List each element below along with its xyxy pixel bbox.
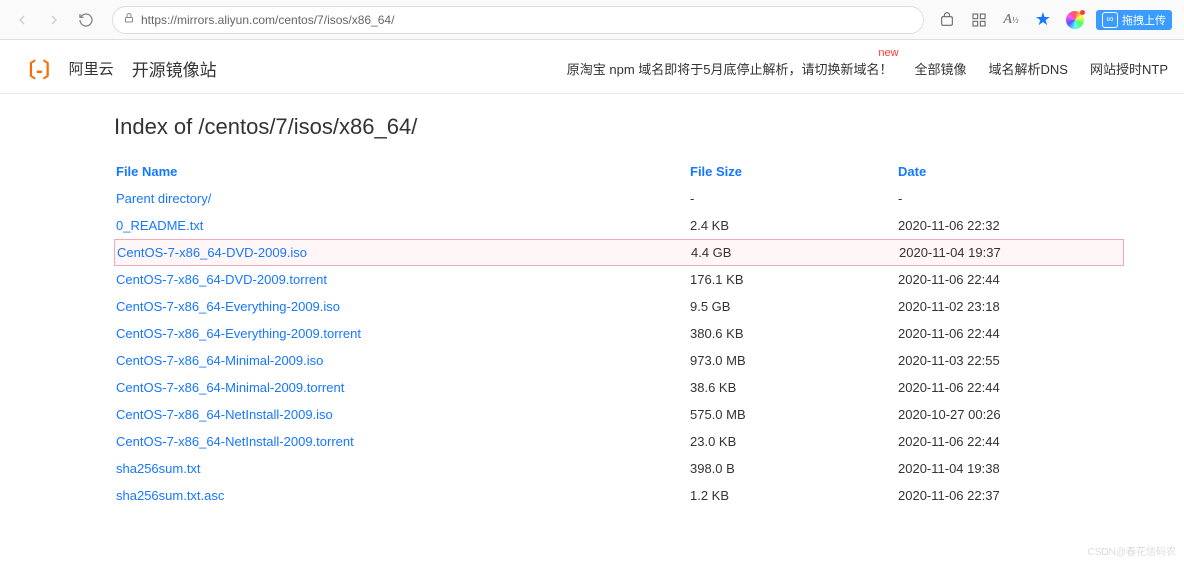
forward-button[interactable] bbox=[40, 6, 68, 34]
file-size: 38.6 KB bbox=[690, 380, 898, 395]
browser-toolbar: https://mirrors.aliyun.com/centos/7/isos… bbox=[0, 0, 1184, 40]
file-size: 973.0 MB bbox=[690, 353, 898, 368]
logo-text: 阿里云 bbox=[69, 58, 114, 79]
col-header-name[interactable]: File Name bbox=[114, 164, 690, 179]
shopping-icon[interactable] bbox=[936, 9, 958, 31]
file-size: 4.4 GB bbox=[691, 245, 899, 260]
lock-icon bbox=[123, 12, 135, 27]
ext-label: 拖拽上传 bbox=[1122, 12, 1166, 28]
file-link[interactable]: CentOS-7-x86_64-Minimal-2009.iso bbox=[116, 353, 323, 368]
palette-icon[interactable] bbox=[1064, 9, 1086, 31]
file-date: 2020-10-27 00:26 bbox=[898, 407, 1124, 422]
file-link[interactable]: CentOS-7-x86_64-NetInstall-2009.torrent bbox=[116, 434, 354, 449]
page-title: Index of /centos/7/isos/x86_64/ bbox=[114, 114, 1124, 140]
file-date: - bbox=[898, 191, 1124, 206]
file-date: 2020-11-06 22:37 bbox=[898, 488, 1124, 503]
table-row: CentOS-7-x86_64-DVD-2009.iso 4.4 GB2020-1… bbox=[114, 239, 1124, 266]
content-area: Index of /centos/7/isos/x86_64/ File Nam… bbox=[0, 94, 1184, 529]
file-date: 2020-11-06 22:44 bbox=[898, 380, 1124, 395]
file-size: 398.0 B bbox=[690, 461, 898, 476]
new-badge: new bbox=[878, 47, 898, 59]
table-row: CentOS-7-x86_64-NetInstall-2009.iso 575.0… bbox=[114, 401, 1124, 428]
file-date: 2020-11-06 22:32 bbox=[898, 218, 1124, 233]
table-row: Parent directory/ -- bbox=[114, 185, 1124, 212]
refresh-button[interactable] bbox=[72, 6, 100, 34]
file-link[interactable]: Parent directory/ bbox=[116, 191, 211, 206]
file-link[interactable]: CentOS-7-x86_64-Everything-2009.iso bbox=[116, 299, 340, 314]
table-row: CentOS-7-x86_64-Minimal-2009.torrent 38.6… bbox=[114, 374, 1124, 401]
table-row: sha256sum.txt.asc 1.2 KB2020-11-06 22:37 bbox=[114, 482, 1124, 509]
file-size: 2.4 KB bbox=[690, 218, 898, 233]
favorite-star-icon[interactable]: ★ bbox=[1032, 9, 1054, 31]
table-row: CentOS-7-x86_64-Everything-2009.torrent 3… bbox=[114, 320, 1124, 347]
file-size: 9.5 GB bbox=[690, 299, 898, 314]
url-text: https://mirrors.aliyun.com/centos/7/isos… bbox=[141, 13, 913, 27]
col-header-date[interactable]: Date bbox=[898, 164, 1124, 179]
file-link[interactable]: 0_README.txt bbox=[116, 218, 203, 233]
back-button[interactable] bbox=[8, 6, 36, 34]
file-link[interactable]: CentOS-7-x86_64-Everything-2009.torrent bbox=[116, 326, 361, 341]
link-icon: ∞ bbox=[1102, 12, 1118, 28]
file-link[interactable]: CentOS-7-x86_64-DVD-2009.iso bbox=[117, 245, 307, 260]
file-size: 575.0 MB bbox=[690, 407, 898, 422]
table-row: sha256sum.txt 398.0 B2020-11-04 19:38 bbox=[114, 455, 1124, 482]
file-size: 1.2 KB bbox=[690, 488, 898, 503]
file-link[interactable]: sha256sum.txt bbox=[116, 461, 201, 476]
table-header-row: File Name File Size Date bbox=[114, 158, 1124, 185]
file-link[interactable]: CentOS-7-x86_64-NetInstall-2009.iso bbox=[116, 407, 333, 422]
address-bar[interactable]: https://mirrors.aliyun.com/centos/7/isos… bbox=[112, 6, 924, 34]
table-row: 0_README.txt 2.4 KB2020-11-06 22:32 bbox=[114, 212, 1124, 239]
file-link[interactable]: CentOS-7-x86_64-Minimal-2009.torrent bbox=[116, 380, 344, 395]
site-header: 〔-〕 阿里云 开源镜像站 原淘宝 npm 域名即将于5月底停止解析，请切换新域… bbox=[0, 40, 1184, 94]
toolbar-icons: A½ ★ ∞ 拖拽上传 bbox=[936, 9, 1176, 31]
logo-mark-icon: 〔-〕 bbox=[16, 54, 63, 83]
file-size: 23.0 KB bbox=[690, 434, 898, 449]
table-row: CentOS-7-x86_64-DVD-2009.torrent 176.1 KB… bbox=[114, 266, 1124, 293]
logo[interactable]: 〔-〕 阿里云 bbox=[16, 54, 114, 83]
file-listing-table: File Name File Size Date Parent director… bbox=[114, 158, 1124, 509]
table-row: CentOS-7-x86_64-Minimal-2009.iso 973.0 MB… bbox=[114, 347, 1124, 374]
file-size: - bbox=[690, 191, 898, 206]
watermark: CSDN@春花信码农 bbox=[1088, 543, 1177, 558]
file-date: 2020-11-04 19:38 bbox=[898, 461, 1124, 476]
header-nav: 原淘宝 npm 域名即将于5月底停止解析，请切换新域名！ new 全部镜像 域名… bbox=[567, 59, 1168, 78]
nav-dns[interactable]: 域名解析DNS bbox=[989, 59, 1068, 78]
file-date: 2020-11-06 22:44 bbox=[898, 434, 1124, 449]
nav-ntp[interactable]: 网站授时NTP bbox=[1090, 59, 1168, 78]
file-date: 2020-11-03 22:55 bbox=[898, 353, 1124, 368]
file-link[interactable]: CentOS-7-x86_64-DVD-2009.torrent bbox=[116, 272, 327, 287]
file-date: 2020-11-02 23:18 bbox=[898, 299, 1124, 314]
site-title: 开源镜像站 bbox=[132, 56, 217, 81]
col-header-size[interactable]: File Size bbox=[690, 164, 898, 179]
upload-extension-button[interactable]: ∞ 拖拽上传 bbox=[1096, 10, 1172, 30]
file-link[interactable]: sha256sum.txt.asc bbox=[116, 488, 224, 503]
text-size-icon[interactable]: A½ bbox=[1000, 9, 1022, 31]
table-row: CentOS-7-x86_64-NetInstall-2009.torrent 2… bbox=[114, 428, 1124, 455]
file-date: 2020-11-06 22:44 bbox=[898, 272, 1124, 287]
file-size: 176.1 KB bbox=[690, 272, 898, 287]
file-date: 2020-11-06 22:44 bbox=[898, 326, 1124, 341]
file-date: 2020-11-04 19:37 bbox=[899, 245, 1123, 260]
domain-notice[interactable]: 原淘宝 npm 域名即将于5月底停止解析，请切换新域名！ new bbox=[567, 59, 893, 78]
file-size: 380.6 KB bbox=[690, 326, 898, 341]
nav-all-mirrors[interactable]: 全部镜像 bbox=[915, 59, 967, 78]
table-row: CentOS-7-x86_64-Everything-2009.iso 9.5 G… bbox=[114, 293, 1124, 320]
grid-icon[interactable] bbox=[968, 9, 990, 31]
